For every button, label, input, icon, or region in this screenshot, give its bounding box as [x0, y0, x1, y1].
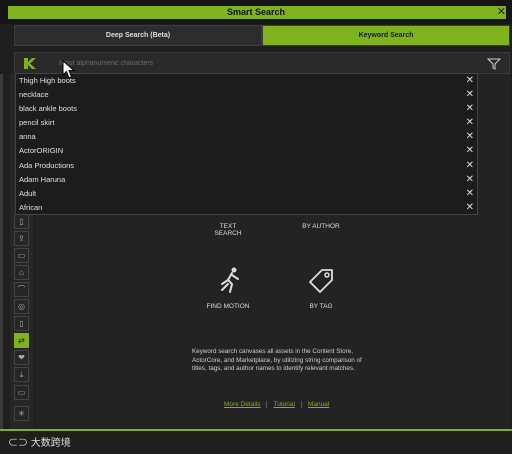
find-motion-icon[interactable] [218, 266, 242, 294]
left-edge-strip [0, 74, 3, 429]
filter-icon[interactable] [487, 57, 501, 71]
history-item[interactable]: Ada Productions ✕ [16, 159, 477, 173]
close-icon[interactable]: ✕ [497, 5, 506, 18]
help-links: More Details Tutorial Manual [224, 401, 335, 408]
history-item[interactable]: Adult ✕ [16, 187, 477, 201]
history-item[interactable]: pencil skirt ✕ [16, 116, 477, 130]
by-tag-option[interactable]: BY TAG [300, 303, 342, 310]
category-download-icon[interactable]: ⤓ [14, 367, 29, 382]
history-item-label: Ada Productions [19, 160, 75, 170]
tag-icon[interactable] [306, 266, 336, 294]
category-prop-icon[interactable]: ⌒ [14, 282, 29, 297]
category-eye-icon[interactable]: ◎ [14, 299, 29, 314]
history-item[interactable]: anna ✕ [16, 130, 477, 144]
history-item[interactable]: ActorORIGIN ✕ [16, 144, 477, 158]
window-title: Smart Search [226, 7, 286, 17]
search-bar [14, 52, 510, 74]
search-mode-tabs: Deep Search (Beta) Keyword Search [14, 25, 510, 46]
tutorial-link[interactable]: Tutorial [267, 401, 302, 408]
by-author-option[interactable]: BY AUTHOR [296, 223, 346, 230]
history-item-label: black ankle boots [19, 104, 77, 114]
history-item[interactable]: African ✕ [16, 201, 477, 215]
category-bottle-icon[interactable]: ▯ [14, 316, 29, 331]
history-item-label: Adult [19, 188, 37, 198]
mouse-cursor-icon [62, 60, 76, 79]
history-item-label: pencil skirt [19, 118, 55, 128]
category-monitor-icon[interactable]: ▭ [14, 385, 29, 400]
category-frame-icon[interactable]: ⌂ [14, 265, 29, 280]
keyword-search-description: Keyword search canvases all assets in th… [192, 348, 362, 372]
history-item[interactable]: Thigh High boots ✕ [16, 74, 477, 88]
category-heart-icon[interactable]: ❤ [14, 350, 29, 365]
tab-keyword-search[interactable]: Keyword Search [262, 25, 510, 46]
remove-history-icon[interactable]: ✕ [466, 187, 474, 201]
history-item-label: Adam Haruna [19, 174, 66, 184]
remove-history-icon[interactable]: ✕ [466, 130, 474, 144]
category-avatar-icon[interactable]: ▯ [14, 214, 29, 229]
history-item[interactable]: black ankle boots ✕ [16, 102, 477, 116]
remove-history-icon[interactable]: ✕ [466, 116, 474, 130]
category-motion-icon[interactable]: ⇄ [14, 333, 29, 348]
remove-history-icon[interactable]: ✕ [466, 144, 474, 158]
more-details-link[interactable]: More Details [224, 401, 268, 408]
history-item[interactable]: Adam Haruna ✕ [16, 173, 477, 187]
search-input[interactable] [59, 57, 439, 70]
tab-deep-search[interactable]: Deep Search (Beta) [14, 25, 262, 46]
app-logo-icon [24, 58, 36, 69]
remove-history-icon[interactable]: ✕ [466, 88, 474, 102]
bottom-accent-line [0, 429, 512, 431]
history-item-label: ActorORIGIN [19, 146, 64, 156]
text-search-option[interactable]: TEXT SEARCH [208, 223, 248, 237]
watermark-logo-icon: ⊂⊃ [8, 438, 28, 449]
manual-link[interactable]: Manual [302, 401, 335, 408]
history-item-label: African [19, 202, 43, 212]
remove-history-icon[interactable]: ✕ [466, 74, 474, 88]
history-item-label: necklace [19, 90, 49, 100]
history-item-label: anna [19, 132, 36, 142]
watermark: ⊂⊃ 大数跨境 [8, 438, 71, 449]
remove-history-icon[interactable]: ✕ [466, 102, 474, 116]
remove-history-icon[interactable]: ✕ [466, 201, 474, 215]
category-upload-icon[interactable]: ⇪ [14, 231, 29, 246]
title-bar: Smart Search ✕ [0, 0, 512, 24]
history-item[interactable]: necklace ✕ [16, 88, 477, 102]
category-page-icon[interactable]: ▭ [14, 248, 29, 263]
remove-history-icon[interactable]: ✕ [466, 173, 474, 187]
search-history-dropdown: Thigh High boots ✕ necklace ✕ black ankle … [15, 73, 478, 215]
category-figure-icon[interactable]: ✳ [14, 406, 29, 421]
remove-history-icon[interactable]: ✕ [466, 159, 474, 173]
find-motion-option[interactable]: FIND MOTION [200, 303, 256, 310]
